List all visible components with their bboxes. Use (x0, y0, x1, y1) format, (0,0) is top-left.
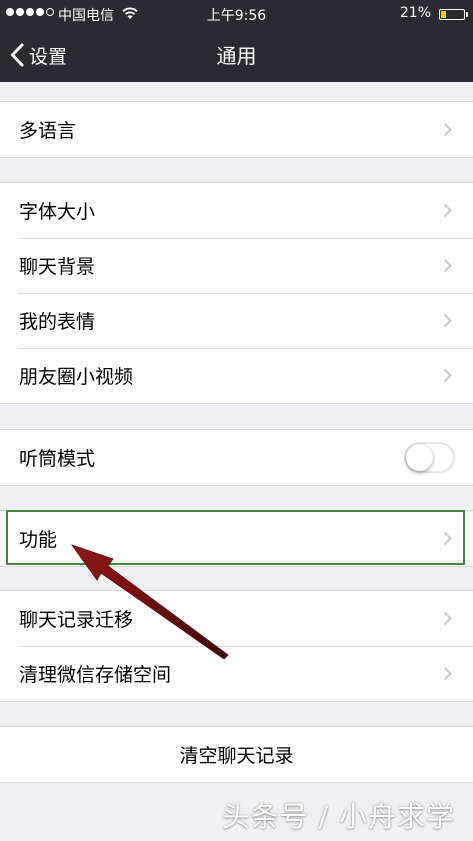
group-display: 字体大小 聊天背景 我的表情 朋友圈小视频 (0, 182, 473, 404)
row-clean-storage[interactable]: 清理微信存储空间 (0, 646, 473, 701)
battery-percent: 21% (399, 5, 431, 21)
row-chat-migration[interactable]: 聊天记录迁移 (0, 591, 473, 646)
row-label: 聊天记录迁移 (19, 609, 134, 631)
row-my-stickers[interactable]: 我的表情 (0, 293, 473, 348)
row-language[interactable]: 多语言 (0, 102, 473, 157)
group-earpiece: 听筒模式 (0, 429, 473, 486)
chevron-right-icon (443, 203, 452, 218)
group-storage: 聊天记录迁移 清理微信存储空间 (0, 590, 473, 702)
group-language: 多语言 (0, 101, 473, 158)
row-label: 听筒模式 (19, 448, 96, 470)
chevron-right-icon (443, 368, 452, 383)
earpiece-mode-toggle[interactable] (404, 442, 455, 473)
row-label: 多语言 (19, 120, 77, 142)
battery-icon (439, 9, 465, 20)
battery-tip (466, 12, 468, 17)
row-label: 清理微信存储空间 (19, 664, 172, 686)
clear-chat-history-label: 清空聊天记录 (179, 745, 294, 767)
watermark: 头条号 / 小舟求学 (221, 800, 455, 833)
row-chat-background[interactable]: 聊天背景 (0, 238, 473, 293)
row-label: 字体大小 (19, 201, 96, 223)
status-bar: 中国电信 上午9:56 21% (0, 0, 473, 28)
group-clear-history: 清空聊天记录 (0, 726, 473, 783)
page-title: 通用 (216, 44, 257, 68)
top-bar: 中国电信 上午9:56 21% 设置 通用 (0, 0, 473, 82)
row-label: 聊天背景 (19, 256, 96, 278)
toggle-knob (406, 444, 433, 471)
row-label: 我的表情 (19, 311, 96, 333)
group-features: 功能 (0, 510, 473, 567)
chevron-right-icon (443, 122, 452, 137)
row-earpiece-mode: 听筒模式 (0, 430, 473, 485)
chevron-right-icon (443, 313, 452, 328)
row-font-size[interactable]: 字体大小 (0, 183, 473, 238)
row-moments-video[interactable]: 朋友圈小视频 (0, 348, 473, 403)
chevron-right-icon (443, 611, 452, 626)
chevron-right-icon (443, 666, 452, 681)
row-features[interactable]: 功能 (0, 511, 473, 566)
chevron-right-icon (443, 258, 452, 273)
chevron-right-icon (443, 531, 452, 546)
clear-chat-history-button[interactable]: 清空聊天记录 (0, 727, 473, 782)
row-label: 功能 (19, 529, 58, 551)
row-label: 朋友圈小视频 (19, 366, 134, 388)
navigation-bar: 设置 通用 (0, 28, 473, 82)
